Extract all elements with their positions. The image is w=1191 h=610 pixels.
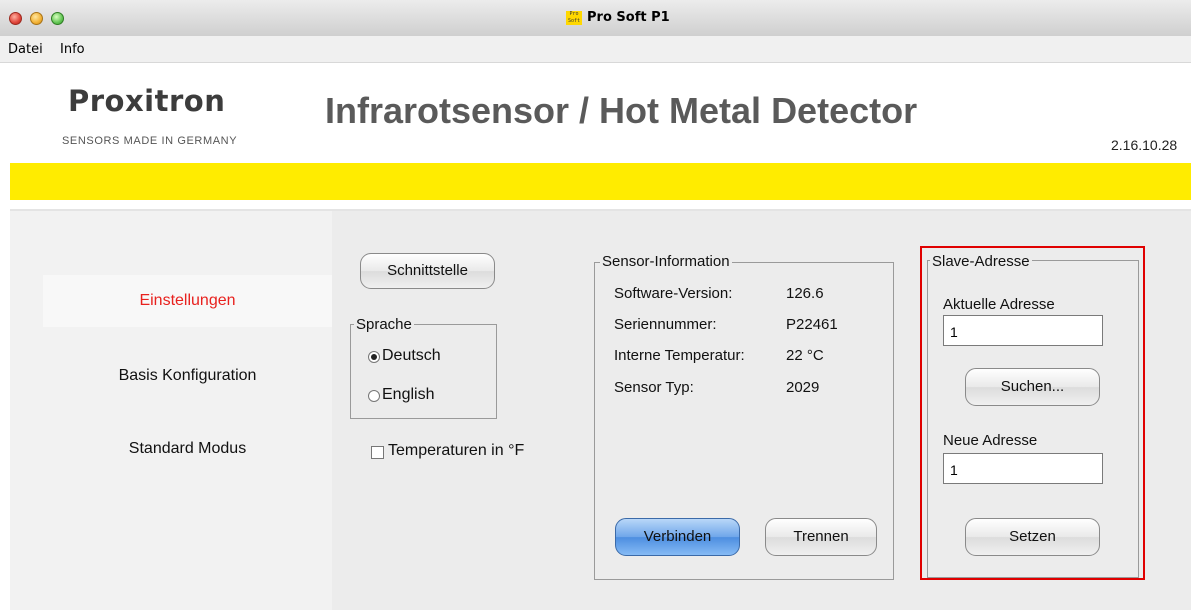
page-heading: Infrarotsensor / Hot Metal Detector	[325, 90, 918, 131]
internal-temperature-label: Interne Temperatur:	[614, 347, 745, 364]
radio-english[interactable]	[368, 390, 380, 402]
radio-deutsch-label[interactable]: Deutsch	[382, 347, 441, 365]
new-address-label: Neue Adresse	[943, 432, 1038, 449]
sensor-type-label: Sensor Typ:	[614, 379, 694, 396]
nav-item-standard-modus[interactable]: Standard Modus	[43, 423, 332, 475]
version-label: 2.16.10.28	[1111, 137, 1178, 153]
verbinden-button[interactable]: Verbinden	[615, 518, 740, 556]
slave-address-legend: Slave-Adresse	[930, 253, 1032, 270]
language-group	[350, 324, 497, 419]
close-window-button[interactable]	[9, 12, 22, 25]
trennen-button[interactable]: Trennen	[765, 518, 877, 556]
minimize-window-button[interactable]	[30, 12, 43, 25]
proxitron-logo: Proxitron	[68, 84, 226, 118]
current-address-field[interactable]: 1	[943, 315, 1103, 346]
header-band	[10, 163, 1191, 200]
current-address-label: Aktuelle Adresse	[943, 296, 1055, 313]
software-version-value: 126.6	[786, 285, 824, 302]
language-legend: Sprache	[354, 316, 414, 333]
sensor-type-value: 2029	[786, 379, 820, 396]
fahrenheit-checkbox[interactable]	[371, 446, 384, 459]
setzen-button[interactable]: Setzen	[965, 518, 1100, 556]
new-address-field[interactable]: 1	[943, 453, 1103, 484]
nav-panel	[10, 211, 332, 610]
logo-tagline: SENSORS MADE IN GERMANY	[62, 135, 238, 147]
zoom-window-button[interactable]	[51, 12, 64, 25]
menu-datei[interactable]: Datei	[8, 42, 43, 57]
radio-english-label[interactable]: English	[382, 386, 434, 404]
schnittstelle-button[interactable]: Schnittstelle	[360, 253, 495, 289]
suchen-button[interactable]: Suchen...	[965, 368, 1100, 406]
serial-number-label: Seriennummer:	[614, 316, 717, 333]
nav-item-einstellungen[interactable]: Einstellungen	[43, 275, 332, 327]
nav-item-basis-konfiguration[interactable]: Basis Konfiguration	[43, 350, 332, 402]
sensor-info-legend: Sensor-Information	[600, 253, 732, 270]
app-icon: Pro Soft	[566, 11, 582, 25]
software-version-label: Software-Version:	[614, 285, 733, 302]
serial-number-value: P22461	[786, 316, 838, 333]
window-title: Pro Soft P1	[587, 10, 670, 25]
fahrenheit-checkbox-label[interactable]: Temperaturen in °F	[388, 442, 524, 460]
menu-info[interactable]: Info	[60, 42, 85, 57]
radio-deutsch[interactable]	[368, 351, 380, 363]
internal-temperature-value: 22 °C	[786, 347, 824, 364]
menu-bar	[0, 36, 1191, 63]
